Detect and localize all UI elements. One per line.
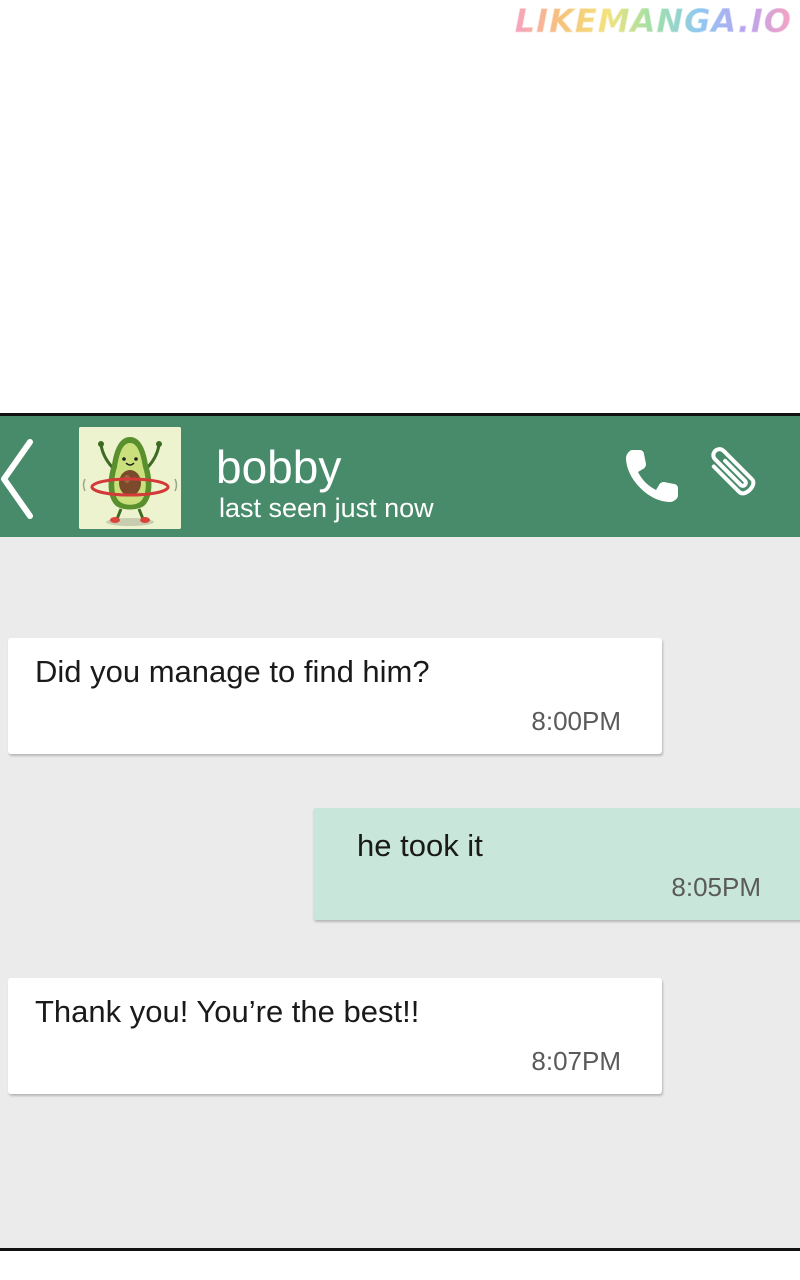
avatar[interactable] — [79, 427, 181, 529]
contact-name[interactable]: bobby — [216, 440, 341, 494]
watermark-logo: LIKEMANGA.IO — [514, 2, 792, 41]
message-bubble-incoming[interactable]: Thank you! You’re the best!! 8:07PM — [8, 978, 662, 1094]
chat-screen: bobby last seen just now Did you manage … — [0, 413, 800, 1251]
comic-panel: LIKEMANGA.IO bobby last seen just now Di… — [0, 0, 800, 1280]
message-time: 8:00PM — [531, 706, 621, 736]
message-text: Did you manage to find him? — [35, 654, 430, 689]
back-button[interactable] — [0, 434, 46, 524]
message-time: 8:07PM — [531, 1046, 621, 1076]
chat-header: bobby last seen just now — [0, 416, 800, 537]
call-button[interactable] — [622, 444, 684, 506]
attach-button[interactable] — [700, 440, 770, 510]
message-bubble-outgoing[interactable]: he took it 8:05PM — [313, 808, 800, 920]
message-bubble-incoming[interactable]: Did you manage to find him? 8:00PM — [8, 638, 662, 754]
message-text: he took it — [357, 828, 483, 863]
last-seen-status: last seen just now — [219, 493, 434, 523]
message-text: Thank you! You’re the best!! — [35, 994, 420, 1029]
paperclip-icon — [711, 447, 756, 496]
chevron-left-icon — [1, 439, 33, 519]
message-time: 8:05PM — [671, 872, 761, 902]
avocado-hula-hoop-avatar — [79, 427, 181, 529]
phone-icon — [626, 450, 678, 502]
